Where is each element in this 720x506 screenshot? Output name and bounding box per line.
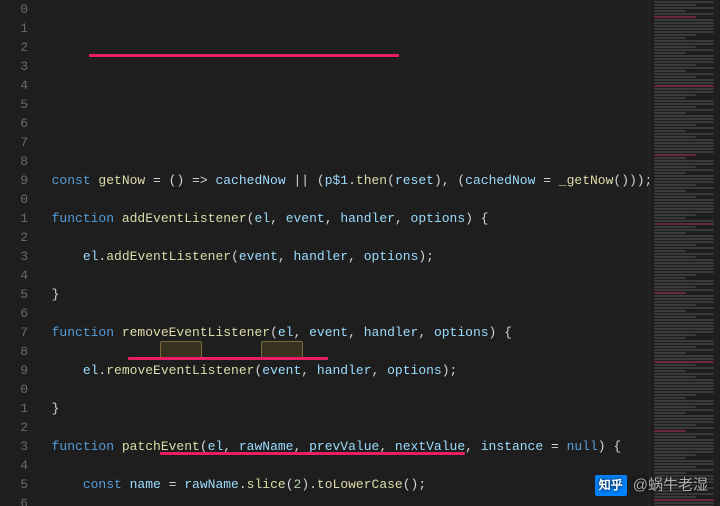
code-area[interactable]: const getNow = () => cachedNow || (p$1.t… [36,0,649,506]
code-editor: 01234567890123456789012345678 const getN… [0,0,720,506]
annotation-underline-2 [128,357,328,360]
annotation-underline-3 [160,452,465,455]
minimap[interactable] [649,0,720,506]
annotation-underline-1 [89,54,399,57]
line-gutter: 01234567890123456789012345678 [0,0,36,506]
